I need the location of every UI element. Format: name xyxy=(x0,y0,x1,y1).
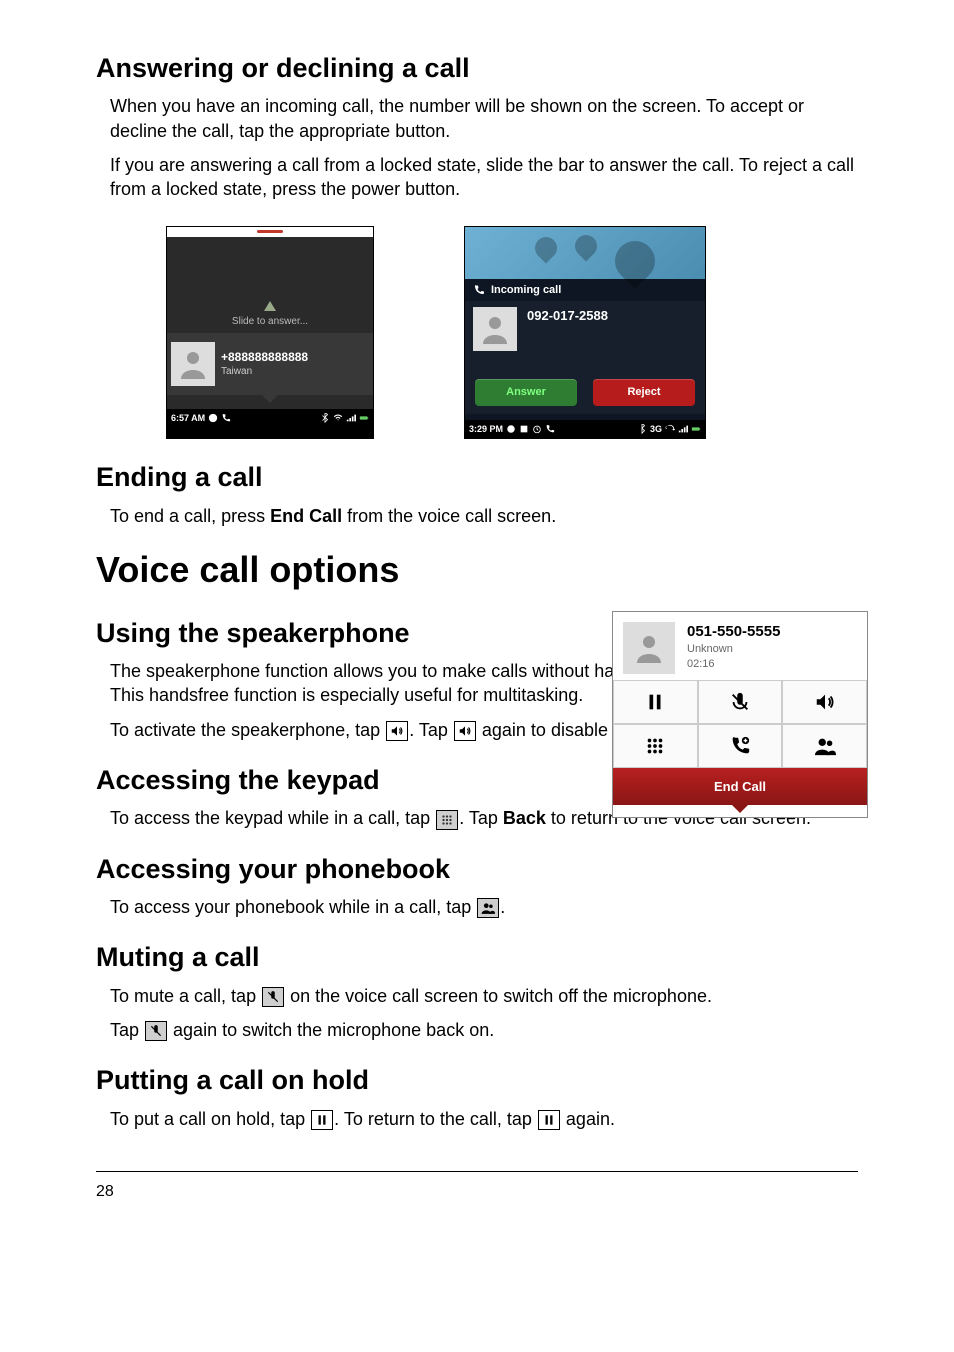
caller-row: 092-017-2588 xyxy=(465,301,705,369)
heading-hold: Putting a call on hold xyxy=(96,1062,858,1098)
arrow-up-icon xyxy=(264,301,276,311)
battery-icon xyxy=(691,424,701,434)
phone-icon xyxy=(545,424,555,434)
keypad-icon xyxy=(436,810,458,830)
hold-button[interactable] xyxy=(613,680,698,724)
status-time: 3:29 PM xyxy=(469,423,503,435)
speaker-icon xyxy=(454,721,476,741)
info-icon xyxy=(208,413,218,423)
incoming-call-label: Incoming call xyxy=(491,283,561,298)
mute-button[interactable] xyxy=(698,680,783,724)
caller-avatar xyxy=(171,342,215,386)
para-hold: To put a call on hold, tap . To return t… xyxy=(110,1107,858,1131)
network-label: 3G xyxy=(650,423,662,435)
wallpaper xyxy=(465,227,705,279)
reject-button[interactable]: Reject xyxy=(593,379,695,406)
caller-avatar xyxy=(623,622,675,674)
expand-notch xyxy=(167,395,373,409)
pause-icon xyxy=(311,1110,333,1130)
figure-incoming-phone: Incoming call 092-017-2588 Answer Reject… xyxy=(464,226,706,440)
answer-button[interactable]: Answer xyxy=(475,379,577,406)
figure-locked-phone: Slide to answer... +888888888888 Taiwan … xyxy=(166,226,374,440)
phone-icon xyxy=(221,413,231,423)
status-bar: 6:57 AM xyxy=(167,409,373,427)
wifi-icon xyxy=(333,413,343,423)
para-muting-1: To mute a call, tap on the voice call sc… xyxy=(110,984,858,1008)
bluetooth-icon xyxy=(320,413,330,423)
call-timer: 02:16 xyxy=(687,657,780,672)
caller-avatar xyxy=(473,307,517,351)
signal-icon xyxy=(678,424,688,434)
speaker-icon xyxy=(386,721,408,741)
status-icon xyxy=(506,424,516,434)
caller-unknown: Unknown xyxy=(687,642,780,657)
para-muting-2: Tap again to switch the microphone back … xyxy=(110,1018,858,1042)
heading-phonebook: Accessing your phonebook xyxy=(96,851,858,887)
phone-speaker-strip xyxy=(167,227,373,237)
alarm-icon xyxy=(532,424,542,434)
speaker-button[interactable] xyxy=(782,680,867,724)
end-call-button[interactable]: End Call xyxy=(613,768,867,806)
para-ending: To end a call, press End Call from the v… xyxy=(110,504,858,528)
caller-number: +888888888888 xyxy=(221,349,308,365)
status-icon xyxy=(519,424,529,434)
caller-number: 051-550-5555 xyxy=(687,622,780,642)
heading-voice-options: Voice call options xyxy=(96,546,858,595)
para-answering-2: If you are answering a call from a locke… xyxy=(110,153,858,202)
slide-to-answer-zone: Slide to answer... xyxy=(167,237,373,333)
para-phonebook: To access your phonebook while in a call… xyxy=(110,895,858,919)
figure-in-call-panel: 051-550-5555 Unknown 02:16 End Call xyxy=(612,611,868,819)
pause-icon xyxy=(538,1110,560,1130)
status-bar: 3:29 PM 3G xyxy=(465,420,705,438)
contacts-icon xyxy=(477,898,499,918)
para-answering-1: When you have an incoming call, the numb… xyxy=(110,94,858,143)
battery-icon xyxy=(359,413,369,423)
slide-to-answer-label: Slide to answer... xyxy=(232,315,308,329)
incoming-call-bar: Incoming call xyxy=(465,279,705,302)
page-number: 28 xyxy=(96,1181,858,1203)
caller-number: 092-017-2588 xyxy=(527,308,608,323)
mute-icon xyxy=(262,987,284,1007)
heading-muting: Muting a call xyxy=(96,939,858,975)
mute-icon xyxy=(145,1021,167,1041)
footer-rule xyxy=(96,1171,858,1172)
sync-icon xyxy=(665,424,675,434)
keypad-button[interactable] xyxy=(613,724,698,768)
phone-icon xyxy=(473,284,485,296)
caller-bar: +888888888888 Taiwan xyxy=(167,333,373,395)
contacts-button[interactable] xyxy=(782,724,867,768)
heading-ending: Ending a call xyxy=(96,459,858,495)
answer-reject-row: Answer Reject xyxy=(465,369,705,414)
heading-answering: Answering or declining a call xyxy=(96,50,858,86)
add-call-button[interactable] xyxy=(698,724,783,768)
caller-location: Taiwan xyxy=(221,365,308,379)
bluetooth-icon xyxy=(637,424,647,434)
figure-row-incoming: Slide to answer... +888888888888 Taiwan … xyxy=(166,226,858,440)
signal-icon xyxy=(346,413,356,423)
status-time: 6:57 AM xyxy=(171,412,205,424)
in-call-button-grid xyxy=(613,680,867,768)
